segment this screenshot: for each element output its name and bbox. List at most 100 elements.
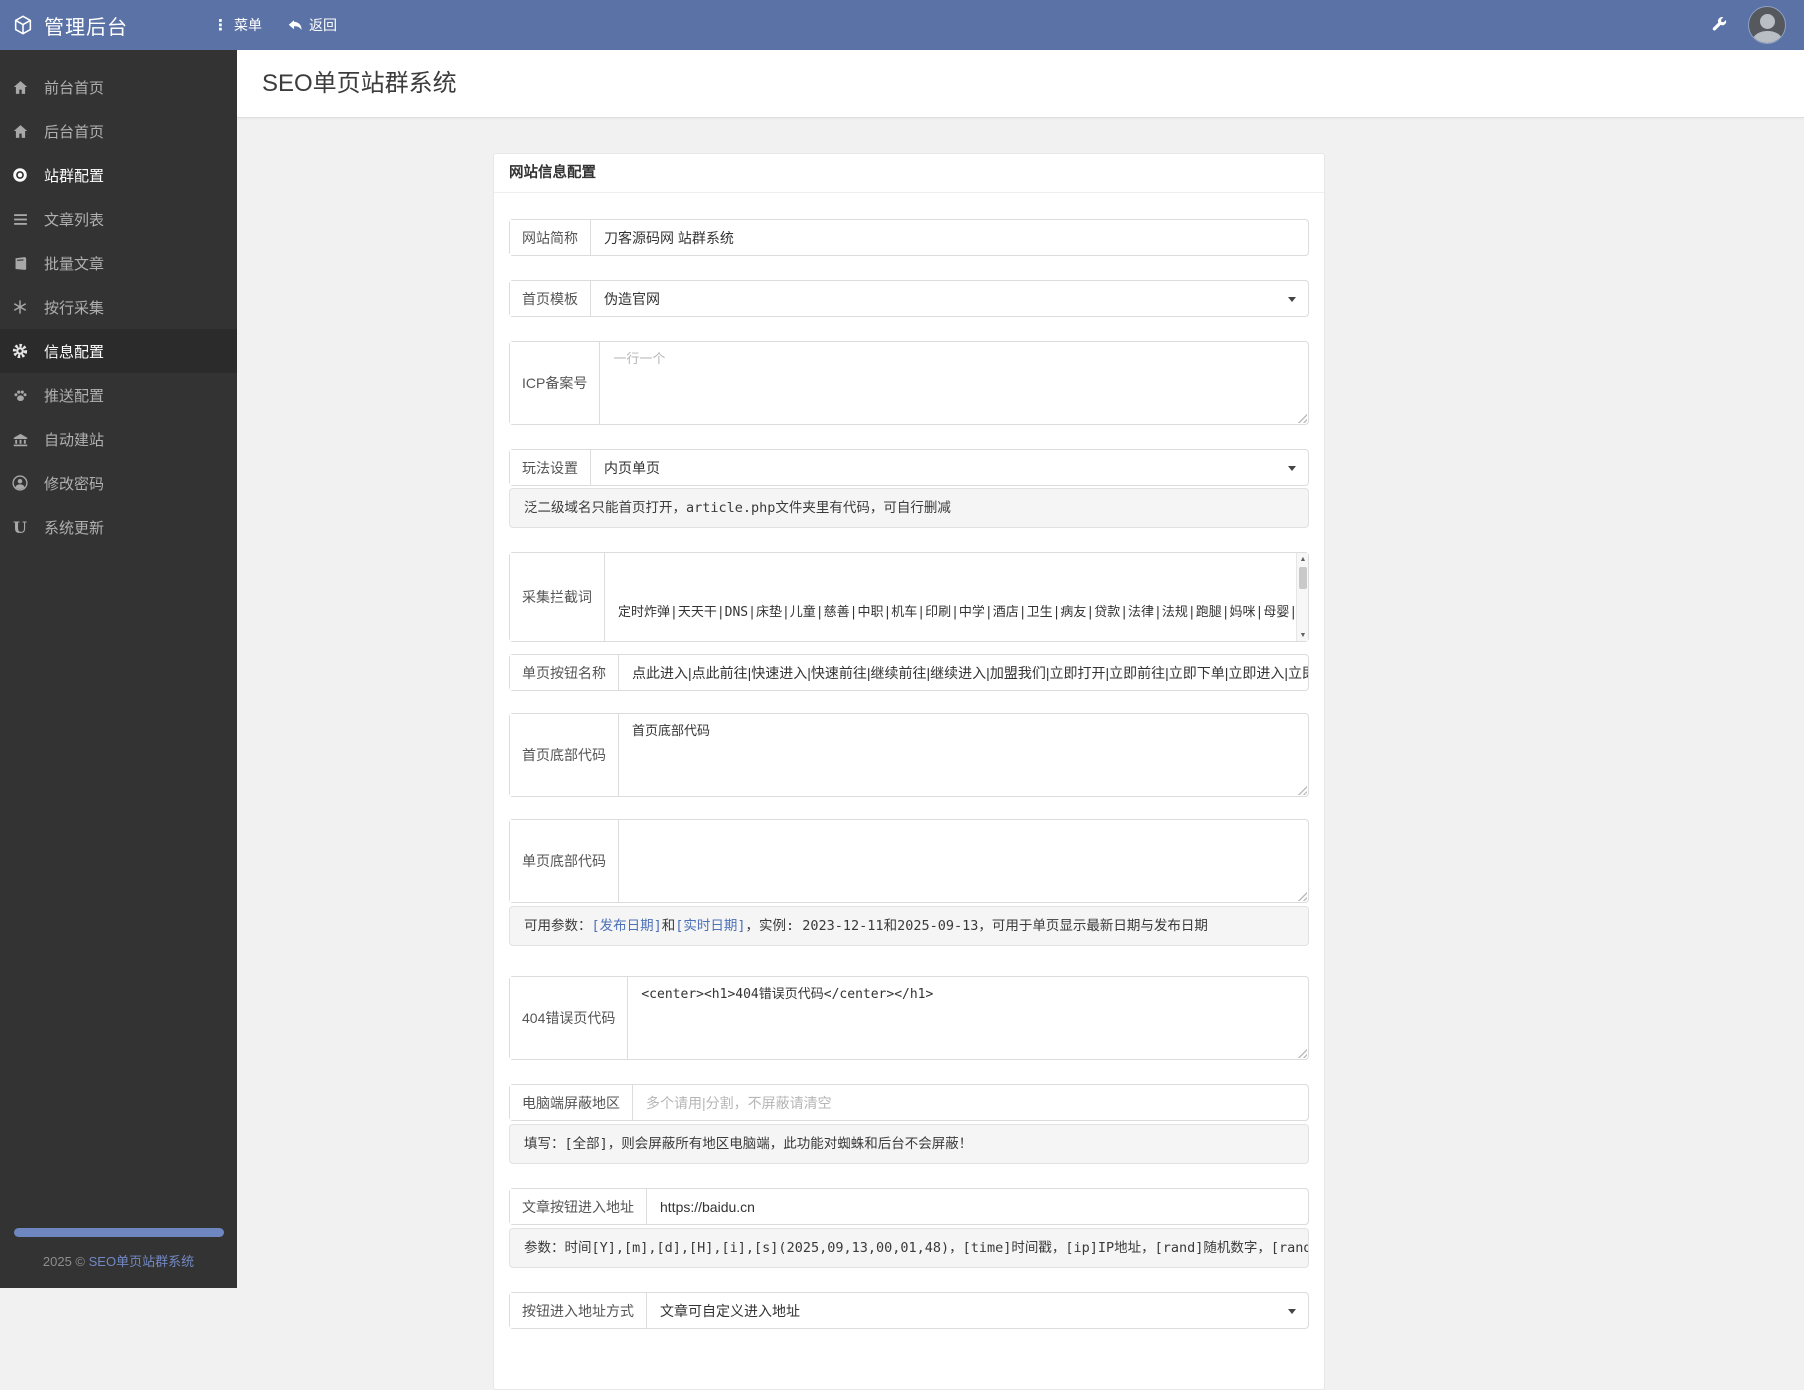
- field-home-template: 首页模板 伪造官网: [509, 280, 1309, 317]
- icp-textarea[interactable]: 一行一个: [600, 342, 1308, 424]
- sidebar-footer: 2025 © SEO单页站群系统: [0, 1228, 237, 1288]
- sidebar-scrollbar[interactable]: [13, 1228, 224, 1237]
- field-button-names: 单页按钮名称 点此进入|点此前往|快速进入|快速前往|继续前往|继续进入|加盟我…: [509, 654, 1309, 691]
- sidebar-item-label: 推送配置: [44, 387, 105, 405]
- copyright: 2025 © SEO单页站群系统: [0, 1251, 237, 1270]
- scroll-down-icon[interactable]: ▼: [1297, 629, 1308, 641]
- pc-block-note: 填写：[全部]，则会屏蔽所有地区电脑端，此功能对蜘蛛和后台不会屏蔽！: [509, 1124, 1309, 1164]
- scrollbar-thumb[interactable]: [1298, 567, 1307, 589]
- sidebar-item-back-home[interactable]: 后台首页: [0, 109, 237, 153]
- sidebar-item-article-list[interactable]: 文章列表: [0, 197, 237, 241]
- sidebar: 前台首页 后台首页 站群配置 文章列表 批量文章 按行采集 信息配置 推送配置 …: [0, 50, 237, 1288]
- page-header: SEO单页站群系统: [237, 50, 1804, 118]
- sidebar-item-label: 站群配置: [44, 167, 105, 185]
- cube-icon: [12, 14, 34, 36]
- sidebar-item-system-update[interactable]: U 系统更新: [0, 505, 237, 549]
- field-play-mode: 玩法设置 内页单页 泛二级域名只能首页打开，article.php文件夹里有代码…: [509, 449, 1309, 528]
- user-circle-icon: [11, 474, 29, 492]
- play-mode-note: 泛二级域名只能首页打开，article.php文件夹里有代码，可自行删减: [509, 488, 1309, 528]
- copyright-year: 2025 ©: [42, 1254, 89, 1269]
- field-button-url-mode: 按钮进入地址方式 文章可自定义进入地址: [509, 1292, 1309, 1329]
- avatar-head: [1760, 14, 1775, 29]
- field-404-code: 404错误页代码 <center><h1>404错误页代码</center></…: [509, 976, 1309, 1060]
- field-site-name: 网站简称 刀客源码网 站群系统: [509, 219, 1309, 256]
- sidebar-item-label: 按行采集: [44, 299, 105, 317]
- brand-title: 管理后台: [44, 16, 128, 39]
- field-home-footer-code: 首页底部代码 首页底部代码: [509, 713, 1309, 797]
- sidebar-item-change-password[interactable]: 修改密码: [0, 461, 237, 505]
- scroll-up-icon[interactable]: ▲: [1297, 553, 1308, 565]
- user-avatar[interactable]: [1748, 6, 1786, 44]
- site-name-label: 网站简称: [510, 220, 591, 255]
- pc-block-region-label: 电脑端屏蔽地区: [510, 1085, 633, 1120]
- collect-block-text: 定时炸弹|天天干|DNS|床垫|儿童|慈善|中职|机车|印刷|中学|酒店|卫生|…: [618, 605, 1308, 620]
- home-template-label: 首页模板: [510, 281, 591, 316]
- field-page-footer-code: 单页底部代码 可用参数：[发布日期]和[实时日期]，实例: 2023-12-11…: [509, 819, 1309, 946]
- avatar-body: [1753, 31, 1782, 43]
- paw-icon: [11, 386, 29, 404]
- bank-icon: [11, 430, 29, 448]
- wrench-icon[interactable]: [1710, 16, 1728, 34]
- button-url-mode-select[interactable]: 文章可自定义进入地址: [647, 1293, 1308, 1328]
- error-404-textarea[interactable]: <center><h1>404错误页代码</center></h1>: [628, 977, 1308, 1059]
- resize-grip-icon[interactable]: [1296, 784, 1307, 795]
- sidebar-item-sitegroup-config[interactable]: 站群配置: [0, 153, 237, 197]
- error-404-label: 404错误页代码: [510, 977, 629, 1059]
- kebab-icon: ⋮: [213, 16, 228, 34]
- play-mode-label: 玩法设置: [510, 450, 591, 485]
- page-title: SEO单页站群系统: [262, 70, 457, 97]
- top-bar: 管理后台 ⋮ 菜单 返回: [0, 0, 1804, 50]
- resize-grip-icon[interactable]: [1296, 890, 1307, 901]
- globe-icon: [11, 166, 29, 184]
- home-footer-code-textarea[interactable]: 首页底部代码: [619, 714, 1308, 796]
- card-body: 网站简称 刀客源码网 站群系统 首页模板 伪造官网 ICP备案号 一行一个 玩法…: [494, 193, 1324, 1389]
- sidebar-item-push-config[interactable]: 推送配置: [0, 373, 237, 417]
- book-icon: [11, 254, 29, 272]
- sidebar-item-label: 修改密码: [44, 475, 105, 493]
- play-mode-select[interactable]: 内页单页: [591, 450, 1308, 485]
- button-names-label: 单页按钮名称: [510, 655, 619, 690]
- page-footer-code-label: 单页底部代码: [510, 820, 619, 902]
- magnet-icon: U: [13, 517, 27, 537]
- date-params-note: 可用参数：[发布日期]和[实时日期]，实例: 2023-12-11和2025-0…: [509, 906, 1309, 946]
- home-icon: [11, 78, 29, 96]
- sidebar-item-auto-build[interactable]: 自动建站: [0, 417, 237, 461]
- brand[interactable]: 管理后台: [12, 0, 128, 50]
- asterisk-icon: [11, 298, 29, 316]
- resize-grip-icon[interactable]: [1296, 1047, 1307, 1058]
- site-info-card: 网站信息配置 网站简称 刀客源码网 站群系统 首页模板 伪造官网 ICP备案号 …: [493, 153, 1325, 1390]
- back-button[interactable]: 返回: [288, 15, 337, 35]
- top-menu: ⋮ 菜单 返回: [213, 0, 337, 50]
- page-footer-code-text: [619, 820, 1308, 834]
- home-footer-code-label: 首页底部代码: [510, 714, 619, 796]
- sidebar-item-info-config[interactable]: 信息配置: [0, 329, 237, 373]
- list-icon: [11, 210, 29, 228]
- home-icon: [11, 122, 29, 140]
- scrollbar-track[interactable]: ▲ ▼: [1296, 553, 1308, 641]
- copyright-link[interactable]: SEO单页站群系统: [89, 1254, 194, 1269]
- field-collect-block: 采集拦截词 定时炸弹|天天干|DNS|床垫|儿童|慈善|中职|机车|印刷|中学|…: [509, 552, 1309, 642]
- sidebar-item-line-collect[interactable]: 按行采集: [0, 285, 237, 329]
- article-button-url-input[interactable]: https://baidu.cn: [647, 1189, 1308, 1224]
- site-name-input[interactable]: 刀客源码网 站群系统: [591, 220, 1308, 255]
- back-button-label: 返回: [309, 17, 337, 33]
- resize-grip-icon[interactable]: [1296, 412, 1307, 423]
- menu-toggle[interactable]: ⋮ 菜单: [213, 15, 262, 35]
- url-params-note: 参数：时间[Y],[m],[d],[H],[i],[s](2025,09,13,…: [509, 1228, 1309, 1268]
- collect-block-label: 采集拦截词: [510, 553, 605, 641]
- publish-date-link[interactable]: [发布日期]: [592, 918, 662, 934]
- button-names-input[interactable]: 点此进入|点此前往|快速进入|快速前往|继续前往|继续进入|加盟我们|立即打开|…: [619, 655, 1308, 690]
- sidebar-item-label: 文章列表: [44, 211, 105, 229]
- field-article-button-url: 文章按钮进入地址 https://baidu.cn 参数：时间[Y],[m],[…: [509, 1188, 1309, 1268]
- sidebar-item-batch-articles[interactable]: 批量文章: [0, 241, 237, 285]
- realtime-date-link[interactable]: [实时日期]: [675, 918, 745, 934]
- page-footer-code-textarea[interactable]: [619, 820, 1308, 902]
- card-title: 网站信息配置: [494, 154, 1324, 193]
- pc-block-region-input[interactable]: 多个请用|分割，不屏蔽请清空: [633, 1085, 1308, 1120]
- collect-block-textarea[interactable]: 定时炸弹|天天干|DNS|床垫|儿童|慈善|中职|机车|印刷|中学|酒店|卫生|…: [605, 553, 1308, 641]
- sidebar-item-front-home[interactable]: 前台首页: [0, 65, 237, 109]
- icp-label: ICP备案号: [510, 342, 601, 424]
- home-template-select[interactable]: 伪造官网: [591, 281, 1308, 316]
- field-icp: ICP备案号 一行一个: [509, 341, 1309, 425]
- error-404-text: <center><h1>404错误页代码</center></h1>: [641, 987, 934, 1002]
